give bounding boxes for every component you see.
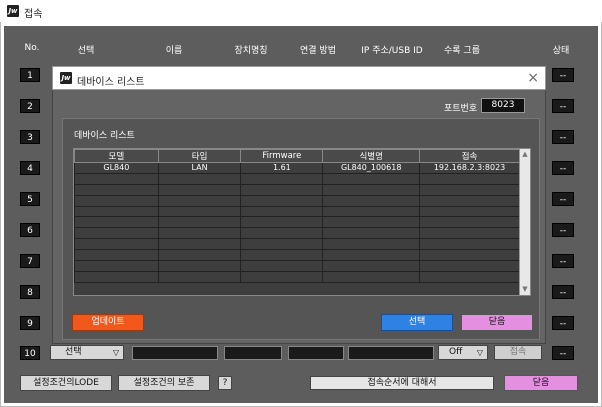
row-status: -- [552,192,574,206]
device-table: 모델 타입 Firmware 식별명 접속 GL840 LAN 1.61 GL8… [74,149,520,283]
table-row[interactable] [74,227,520,240]
port-input[interactable]: 8023 [481,98,525,113]
col-header-connection: 연결 방법 [300,46,336,56]
col-header-select: 선택 [77,46,95,56]
col-header-name: 이름 [165,46,183,56]
window-title: 접속 [24,9,43,20]
row-status: -- [552,316,574,330]
row-number: 6 [20,223,40,237]
table-header-model[interactable]: 모델 [74,149,159,163]
row-number: 8 [20,285,40,299]
chevron-down-icon: ▽ [112,348,119,357]
table-row[interactable] [74,238,520,251]
row-status: -- [552,68,574,82]
app-icon: Jw [7,5,19,17]
dialog-titlebar: Jw 데바이스 리스트 × [52,66,546,90]
row-number: 3 [20,130,40,144]
close-icon[interactable]: × [527,70,539,86]
col-header-device-name: 장치명칭 [234,46,268,56]
row-status: -- [552,130,574,144]
row-status: -- [552,285,574,299]
row-number: 4 [20,161,40,175]
table-row[interactable] [74,172,520,185]
dialog-title: 데바이스 리스트 [77,77,145,88]
row-number: 9 [20,316,40,330]
connection-order-button[interactable]: 접속순서에 대해서 [310,376,494,390]
col-header-ip: IP 주소/USB ID [361,46,423,56]
row10-ip-field[interactable] [348,346,434,360]
table-row[interactable] [74,194,520,207]
row-number: 5 [20,192,40,206]
row-number: 10 [20,346,40,360]
save-settings-button[interactable]: 설정조건의 보존 [118,375,210,391]
table-header-type[interactable]: 타입 [157,149,242,163]
select-button[interactable]: 선택 [381,314,453,331]
row10-group-dropdown[interactable]: Off ▽ [438,345,488,360]
app-icon: Jw [60,72,72,84]
device-table-container: 모델 타입 Firmware 식별명 접속 GL840 LAN 1.61 GL8… [73,148,531,296]
chevron-down-icon: ▽ [476,348,483,357]
table-row[interactable] [74,249,520,262]
row10-select-dropdown[interactable]: 선택 ▽ [50,345,124,360]
table-row[interactable] [74,216,520,229]
scroll-up-icon[interactable]: ▲ [521,150,529,159]
load-settings-button[interactable]: 설정조건의LODE [20,375,112,391]
cell-connection: 192.168.2.3:8023 [419,162,520,174]
cell-model: GL840 [74,162,159,174]
table-row[interactable] [74,270,520,283]
row-number: 7 [20,254,40,268]
table-header-connection[interactable]: 접속 [419,149,520,163]
col-header-no: No. [24,43,40,53]
table-header-firmware[interactable]: Firmware [240,149,324,163]
window-titlebar: Jw 접속 [0,0,602,22]
update-button[interactable]: 업데이트 [72,314,144,331]
help-button[interactable]: ? [218,376,232,390]
row-status: -- [552,346,574,360]
main-close-button[interactable]: 닫음 [504,375,578,391]
table-row[interactable]: GL840 LAN 1.61 GL840_100618 192.168.2.3:… [74,162,520,174]
device-list-label: 데바이스 리스트 [74,131,135,141]
cell-identifier: GL840_100618 [322,162,421,174]
col-header-group: 수록 그룹 [444,46,480,56]
row10-connect-button[interactable]: 접속 [494,345,542,360]
table-header-identifier[interactable]: 식별명 [322,149,421,163]
cell-type: LAN [157,162,242,174]
table-row[interactable] [74,183,520,196]
row-status: -- [552,99,574,113]
row10-select-value: 선택 [65,347,82,357]
cell-firmware: 1.61 [240,162,324,174]
row-status: -- [552,254,574,268]
row10-connection-field[interactable] [288,346,344,360]
port-label: 포트번호 [444,104,478,114]
row-status: -- [552,223,574,237]
scroll-down-icon[interactable]: ▼ [521,285,529,294]
dialog-close-button[interactable]: 닫음 [461,314,533,331]
col-header-status: 상태 [552,46,570,56]
row10-name-field[interactable] [132,346,218,360]
table-scrollbar[interactable]: ▲ ▼ [519,149,530,295]
row-number: 1 [20,68,40,82]
table-row[interactable] [74,260,520,272]
row10-group-value: Off [449,347,463,357]
row10-device-name-field[interactable] [224,346,282,360]
row-number: 2 [20,99,40,113]
table-row[interactable] [74,205,520,218]
row-status: -- [552,161,574,175]
